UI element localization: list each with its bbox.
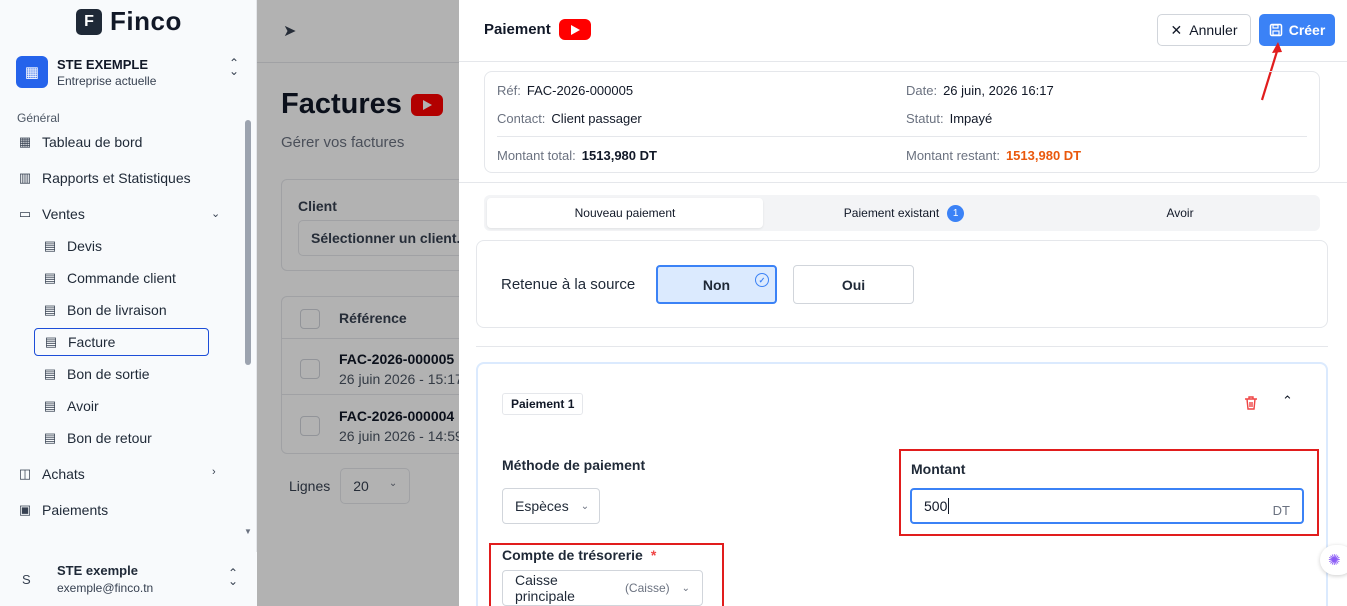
info-total-amount: Montant total: 1513,980 DT xyxy=(497,148,657,163)
sidebar-item-achats[interactable]: ◫ Achats xyxy=(17,460,85,488)
payment-tabs: Nouveau paiement Paiement existant 1 Avo… xyxy=(484,195,1320,231)
retenue-label: Retenue à la source xyxy=(501,276,636,293)
sidebar-item-label: Devis xyxy=(67,238,103,254)
highlight-box-amount xyxy=(899,449,1319,536)
company-subtitle: Entreprise actuelle xyxy=(57,73,157,88)
document-icon: ▤ xyxy=(44,334,58,349)
sidebar-item-label: Rapports et Statistiques xyxy=(42,170,191,186)
sidebar-item-label: Tableau de bord xyxy=(42,134,143,150)
check-circle-icon: ✓ xyxy=(755,273,769,287)
document-icon: ▤ xyxy=(43,430,57,445)
sidebar-item-label: Bon de sortie xyxy=(67,366,150,382)
retenue-card: Retenue à la source Non ✓ Oui xyxy=(476,240,1328,328)
document-icon: ▤ xyxy=(43,366,57,381)
scrollbar-thumb[interactable] xyxy=(245,120,251,365)
highlight-box-account xyxy=(489,543,724,606)
retenue-yes-option[interactable]: Oui xyxy=(793,265,914,304)
method-select[interactable]: Espèces ⌄ xyxy=(502,488,600,524)
sidebar-item-label: Bon de retour xyxy=(67,430,152,446)
chart-icon: ▥ xyxy=(18,170,32,185)
document-icon: ▤ xyxy=(43,398,57,413)
chevron-down-icon[interactable]: ⌄ xyxy=(211,207,220,220)
section-label: Général xyxy=(17,111,60,125)
chevron-updown-icon: ⌃ ⌄ xyxy=(227,566,239,588)
scroll-down-arrow[interactable]: ▼ xyxy=(244,527,252,536)
sidebar-item-retour[interactable]: ▤ Bon de retour xyxy=(42,424,152,452)
chevron-up-icon[interactable]: ⌃ xyxy=(1282,393,1293,409)
sidebar-item-label: Paiements xyxy=(42,502,109,518)
sidebar-item-devis[interactable]: ▤ Devis xyxy=(42,232,102,260)
sidebar-item-livraison[interactable]: ▤ Bon de livraison xyxy=(42,296,167,324)
info-date: Date: 26 juin, 2026 16:17 xyxy=(906,83,1054,98)
user-email: exemple@finco.tn xyxy=(57,581,154,595)
divider xyxy=(459,182,1347,183)
company-switcher[interactable]: ▦ STE EXEMPLE Entreprise actuelle ⌃ ⌄ xyxy=(16,53,242,91)
bag-icon: ◫ xyxy=(18,466,32,481)
sidebar-item-reports[interactable]: ▥ Rapports et Statistiques xyxy=(17,164,191,192)
dashboard-icon: ▦ xyxy=(18,134,32,149)
sidebar-item-label: Commande client xyxy=(67,270,176,286)
avatar: S xyxy=(22,571,31,587)
divider xyxy=(497,136,1307,137)
tab-new-payment[interactable]: Nouveau paiement xyxy=(487,198,763,228)
sidebar: F Finco ▦ STE EXEMPLE Entreprise actuell… xyxy=(0,0,257,606)
document-icon: ▤ xyxy=(43,302,57,317)
info-contact: Contact: Client passager xyxy=(497,111,642,126)
sidebar-item-dashboard[interactable]: ▦ Tableau de bord xyxy=(17,128,143,156)
youtube-icon[interactable] xyxy=(558,19,591,40)
method-label: Méthode de paiement xyxy=(502,457,646,473)
building-icon: ▦ xyxy=(16,56,48,88)
info-remaining-amount: Montant restant: 1513,980 DT xyxy=(906,148,1082,163)
info-status: Statut: Impayé xyxy=(906,111,993,126)
logo-text: Finco xyxy=(110,6,182,36)
payment-tag: Paiement 1 xyxy=(502,393,584,415)
sidebar-item-label: Bon de livraison xyxy=(67,302,167,318)
sidebar-item-facture[interactable]: ▤ Facture xyxy=(34,328,209,356)
count-badge: 1 xyxy=(947,204,965,222)
save-icon xyxy=(1269,23,1282,37)
sidebar-item-commande[interactable]: ▤ Commande client xyxy=(42,264,176,292)
divider xyxy=(476,346,1328,347)
brain-icon[interactable]: ✺ xyxy=(1320,545,1347,575)
panel-title: Paiement xyxy=(484,19,591,40)
document-icon: ▤ xyxy=(43,270,57,285)
user-menu[interactable]: S STE exemple exemple@finco.tn ⌃ ⌄ xyxy=(0,552,257,606)
invoice-info-card: Réf: FAC-2026-000005 Date: 26 juin, 2026 1… xyxy=(484,71,1320,173)
user-name: STE exemple xyxy=(57,563,138,578)
logo[interactable]: F Finco xyxy=(76,6,182,37)
sidebar-item-label: Achats xyxy=(42,466,85,482)
panel-header: Paiement ✕ Annuler Créer xyxy=(459,0,1347,62)
sidebar-item-label: Ventes xyxy=(42,206,85,222)
sidebar-item-paiements[interactable]: ▣ Paiements xyxy=(17,496,108,524)
sidebar-item-sortie[interactable]: ▤ Bon de sortie xyxy=(42,360,150,388)
sidebar-item-label: Facture xyxy=(68,334,116,350)
document-icon: ▤ xyxy=(43,238,57,253)
tab-existing-payment[interactable]: Paiement existant 1 xyxy=(766,198,1042,228)
info-reference: Réf: FAC-2026-000005 xyxy=(497,83,634,98)
retenue-no-option[interactable]: Non ✓ xyxy=(656,265,777,304)
sidebar-item-sales[interactable]: ▭ Ventes xyxy=(17,200,85,228)
company-name: STE EXEMPLE xyxy=(57,56,149,72)
sidebar-item-avoir[interactable]: ▤ Avoir xyxy=(42,392,99,420)
logo-icon: F xyxy=(76,8,102,35)
tab-avoir[interactable]: Avoir xyxy=(1042,198,1318,228)
chevron-down-icon: ⌄ xyxy=(580,500,590,512)
trash-icon[interactable] xyxy=(1243,395,1259,411)
chevron-right-icon[interactable]: › xyxy=(212,466,216,478)
sidebar-item-label: Avoir xyxy=(67,398,99,414)
payment-icon: ▣ xyxy=(18,502,32,517)
chevron-updown-icon: ⌃ ⌄ xyxy=(228,56,240,78)
cancel-button[interactable]: ✕ Annuler xyxy=(1157,14,1251,46)
close-icon: ✕ xyxy=(1170,21,1183,38)
wallet-icon: ▭ xyxy=(18,206,32,221)
